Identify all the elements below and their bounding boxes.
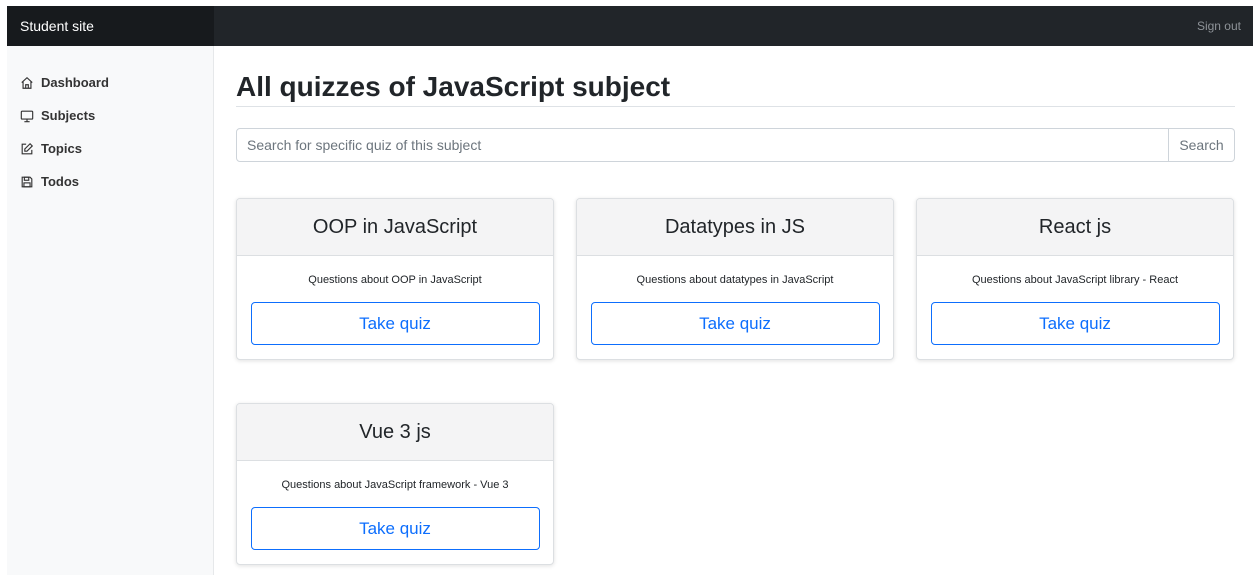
quiz-card-title: Vue 3 js	[237, 404, 553, 461]
quiz-card-vue: Vue 3 js Questions about JavaScript fram…	[236, 403, 554, 565]
save-icon	[21, 176, 33, 187]
sidebar-item-topics[interactable]: Topics	[7, 132, 213, 165]
take-quiz-button[interactable]: Take quiz	[930, 302, 1220, 345]
quiz-card-description: Questions about OOP in JavaScript	[308, 274, 482, 286]
quiz-card-react: React js Questions about JavaScript libr…	[916, 198, 1234, 360]
sidebar-item-label: Subjects	[41, 108, 96, 123]
sidebar-item-label: Dashboard	[41, 75, 109, 90]
search-button[interactable]: Search	[1169, 128, 1235, 162]
quiz-card-title: Datatypes in JS	[577, 199, 893, 256]
quiz-card-description: Questions about JavaScript framework - V…	[281, 479, 509, 491]
top-navbar: Student site Sign out	[7, 6, 1253, 46]
quiz-card-oop: OOP in JavaScript Questions about OOP in…	[236, 198, 554, 360]
brand[interactable]: Student site	[7, 6, 214, 46]
quiz-card-title: OOP in JavaScript	[237, 199, 553, 256]
search-bar: Search	[236, 128, 1235, 162]
monitor-icon	[20, 110, 34, 122]
take-quiz-button[interactable]: Take quiz	[590, 302, 880, 345]
home-icon	[21, 76, 33, 89]
sidebar-item-label: Todos	[41, 174, 80, 189]
sidebar-item-subjects[interactable]: Subjects	[7, 99, 213, 132]
quiz-card-title: React js	[917, 199, 1233, 256]
quiz-card-description: Questions about datatypes in JavaScript	[636, 274, 834, 286]
search-input[interactable]	[236, 128, 1169, 162]
quiz-card-description: Questions about JavaScript library - Rea…	[971, 274, 1179, 286]
take-quiz-button[interactable]: Take quiz	[250, 507, 540, 550]
sidebar: Dashboard Subjects Topics Todos	[7, 46, 214, 575]
sidebar-item-label: Topics	[41, 141, 82, 156]
page-title: All quizzes of JavaScript subject	[236, 71, 671, 102]
sidebar-item-dashboard[interactable]: Dashboard	[7, 66, 213, 99]
take-quiz-button[interactable]: Take quiz	[250, 302, 540, 345]
main-content: All quizzes of JavaScript subject Search…	[236, 46, 1235, 565]
quiz-card-datatypes: Datatypes in JS Questions about datatype…	[576, 198, 894, 360]
sign-out-link[interactable]: Sign out	[1197, 19, 1241, 33]
edit-icon	[21, 142, 34, 154]
sidebar-item-todos[interactable]: Todos	[7, 165, 213, 198]
title-divider	[236, 106, 1235, 107]
